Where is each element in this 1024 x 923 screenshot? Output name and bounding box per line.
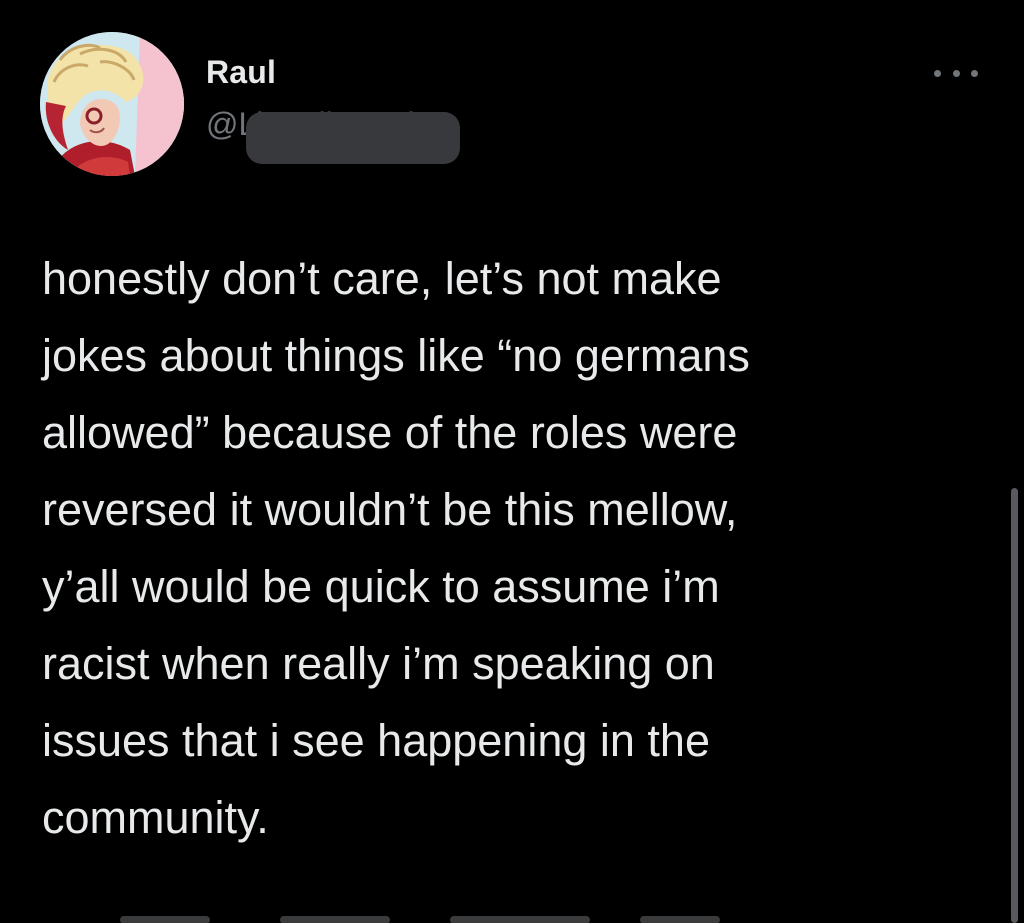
display-name[interactable]: Raul — [206, 54, 276, 91]
tweet-text-line: community. — [42, 792, 269, 843]
more-horizontal-icon-dot — [952, 69, 960, 77]
more-horizontal-icon-dot — [971, 69, 978, 77]
tweet-text-line: jokes about things like “no germans — [42, 330, 750, 381]
handle-redaction-blur — [246, 112, 460, 164]
tweet-card: Raul @LiterallyRaul honestly don’t care,… — [0, 0, 1024, 923]
tweet-text: honestly don’t care, let’s not make joke… — [42, 240, 992, 856]
more-options-button[interactable] — [934, 58, 978, 88]
preview-fragment — [120, 916, 210, 923]
preview-fragment — [640, 916, 720, 923]
tweet-text-line: allowed” because of the roles were — [42, 407, 738, 458]
more-horizontal-icon — [934, 69, 941, 77]
tweet-text-line: reversed it wouldn’t be this mellow, — [42, 484, 738, 535]
scrollbar[interactable] — [1011, 488, 1018, 923]
tweet-text-line: racist when really i’m speaking on — [42, 638, 715, 689]
tweet-text-line: issues that i see happening in the — [42, 715, 710, 766]
avatar[interactable] — [40, 32, 184, 176]
next-content-preview — [120, 910, 740, 923]
preview-fragment — [280, 916, 390, 923]
tweet-text-line: y’all would be quick to assume i’m — [42, 561, 720, 612]
preview-fragment — [450, 916, 590, 923]
avatar-illustration — [40, 32, 184, 176]
tweet-text-line: honestly don’t care, let’s not make — [42, 253, 722, 304]
